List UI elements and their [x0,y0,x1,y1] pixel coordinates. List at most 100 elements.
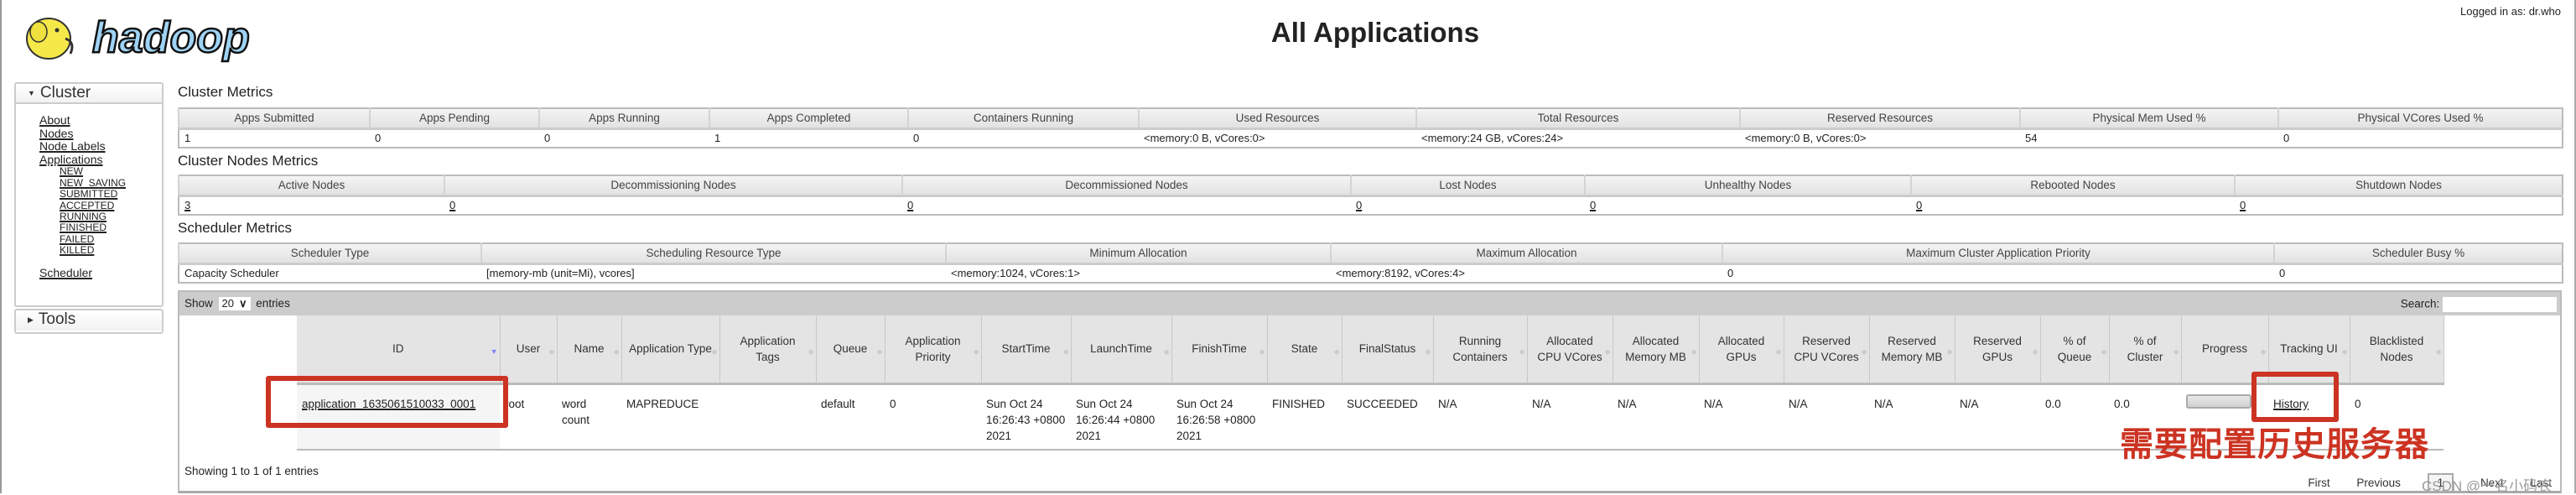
sidebar-state-failed[interactable]: FAILED [60,233,94,245]
metric-value: 0 [2279,267,2286,280]
column-header[interactable]: Running Containers ◆ [1433,315,1528,385]
sort-icon[interactable]: ◆ [1605,344,1611,360]
column-header-label: Progress [2201,342,2248,356]
column-header[interactable]: Reserved Memory MB ◆ [1869,315,1955,385]
sort-icon[interactable]: ◆ [1259,344,1265,360]
column-header[interactable]: User ◆ [500,315,558,385]
metric-header: Decommissioned Nodes [901,175,1351,197]
column-header[interactable]: Name ◆ [557,315,622,385]
sort-icon[interactable]: ◆ [1164,344,1170,360]
metric-link[interactable]: 0 [449,199,455,211]
cluster-metrics-table: Apps Submitted Apps Pending Apps Running Ap… [178,107,2563,148]
sort-icon[interactable]: ◆ [2261,344,2267,360]
cluster-nodes-metrics-table: Active Nodes Decommissioning Nodes Decommi… [178,175,2563,216]
column-header[interactable]: Blacklisted Nodes ◆ [2350,315,2444,385]
progress-bar [2186,393,2251,409]
sidebar-state-finished[interactable]: FINISHED [60,221,106,233]
metric-value: <memory:1024, vCores:1> [951,267,1080,280]
column-header-label: Allocated Memory MB [1625,334,1686,363]
pager-previous[interactable]: Previous [2356,477,2401,489]
scheduler-metrics-table: Scheduler Type Scheduling Resource Type Mi… [178,242,2563,284]
cell-type: MAPREDUCE [621,383,719,451]
hadoop-logo[interactable]: hadoop [15,7,283,65]
sort-icon[interactable]: ◆ [2342,344,2348,360]
metric-link[interactable]: 0 [907,199,913,211]
sidebar-item-scheduler[interactable]: Scheduler [39,266,92,280]
sort-icon[interactable]: ◆ [1947,344,1953,360]
metric-value: <memory:0 B, vCores:0> [1745,132,1867,145]
sort-desc-icon[interactable]: ▼ [491,344,498,360]
column-header[interactable]: Reserved GPUs ◆ [1955,315,2041,385]
sidebar-item-applications[interactable]: Applications [39,153,103,167]
sidebar-cluster-panel: ▼ Cluster About Nodes Node Labels Applica… [14,82,164,307]
sidebar-item-node-labels[interactable]: Node Labels [39,140,106,154]
sidebar-state-new-saving[interactable]: NEW_SAVING [60,177,126,189]
sidebar-state-accepted[interactable]: ACCEPTED [60,200,114,211]
metric-header: Unhealthy Nodes [1584,175,1911,197]
sort-icon[interactable]: ◆ [2436,344,2442,360]
sidebar-cluster-header[interactable]: ▼ Cluster [16,84,162,104]
column-header[interactable]: Allocated Memory MB ◆ [1613,315,1700,385]
column-header[interactable]: Allocated GPUs ◆ [1699,315,1784,385]
sort-icon[interactable]: ◆ [2033,344,2038,360]
column-header-label: LaunchTime [1090,342,1152,356]
sort-icon[interactable]: ◆ [808,344,814,360]
metric-value: 0 [1727,267,1734,280]
column-header[interactable]: % of Queue ◆ [2040,315,2110,385]
metric-link[interactable]: 0 [1590,199,1596,211]
pager-first[interactable]: First [2308,477,2329,489]
column-header-label: Reserved Memory MB [1881,334,1943,363]
column-header[interactable]: Application Priority ◆ [885,315,982,385]
sort-icon[interactable]: ◆ [712,344,718,360]
column-header-label: FinishTime [1192,342,1247,356]
column-header[interactable]: StartTime ◆ [981,315,1072,385]
sort-icon[interactable]: ◆ [2101,344,2107,360]
sidebar-item-nodes[interactable]: Nodes [39,127,73,141]
metric-value: 0 [1911,195,2235,215]
metric-link[interactable]: 0 [1356,199,1362,211]
sidebar-tools-header[interactable]: ▶ Tools [16,310,162,331]
sort-icon[interactable]: ◆ [1776,344,1782,360]
column-header[interactable]: State ◆ [1267,315,1343,385]
search-input[interactable] [2443,297,2557,312]
column-header[interactable]: Application Tags ◆ [719,315,817,385]
column-header[interactable]: FinalStatus ◆ [1342,315,1434,385]
sort-icon[interactable]: ◆ [1691,344,1697,360]
sidebar-state-new[interactable]: NEW [60,165,83,177]
sort-icon[interactable]: ◆ [2174,344,2179,360]
sort-icon[interactable]: ◆ [1426,344,1431,360]
sidebar-item-about[interactable]: About [39,113,70,128]
sort-icon[interactable]: ◆ [1334,344,1340,360]
metric-header: Maximum Cluster Application Priority [1722,243,2274,265]
sidebar-state-killed[interactable]: KILLED [60,244,94,256]
sort-icon[interactable]: ◆ [1063,344,1069,360]
sidebar-state-running[interactable]: RUNNING [60,211,106,222]
metric-link[interactable]: 3 [184,199,190,211]
sort-icon[interactable]: ◆ [549,344,555,360]
cell-launch: Sun Oct 24 16:26:44 +0800 2021 [1071,383,1171,451]
sort-icon[interactable]: ◆ [877,344,883,360]
sort-icon[interactable]: ◆ [1519,344,1525,360]
column-header[interactable]: FinishTime ◆ [1171,315,1268,385]
sidebar-state-submitted[interactable]: SUBMITTED [60,188,117,200]
sort-icon[interactable]: ◆ [614,344,620,360]
column-header[interactable]: % of Cluster ◆ [2109,315,2182,385]
column-header[interactable]: Application Type ◆ [621,315,720,385]
cell-priority: 0 [885,383,981,451]
metric-link[interactable]: 0 [2240,199,2246,211]
metric-header: Rebooted Nodes [1910,175,2235,197]
column-header[interactable]: Queue ◆ [816,315,886,385]
window-border-left [0,0,2,493]
sort-icon[interactable]: ◆ [1862,344,1867,360]
column-header[interactable]: Reserved CPU VCores ◆ [1784,315,1870,385]
column-header[interactable]: Allocated CPU VCores ◆ [1527,315,1613,385]
column-header[interactable]: LaunchTime ◆ [1071,315,1172,385]
sort-icon[interactable]: ◆ [974,344,979,360]
page-size-value: 20 [221,297,235,310]
metric-link[interactable]: 0 [1916,199,1922,211]
cell-alloc_cpu: N/A [1527,383,1613,451]
cell-start: Sun Oct 24 16:26:43 +0800 2021 [981,383,1071,451]
metric-value: 0 [1351,195,1585,215]
column-header[interactable]: ID ▼ [297,315,501,385]
page-size-select[interactable]: 20 ∨ [218,297,251,310]
